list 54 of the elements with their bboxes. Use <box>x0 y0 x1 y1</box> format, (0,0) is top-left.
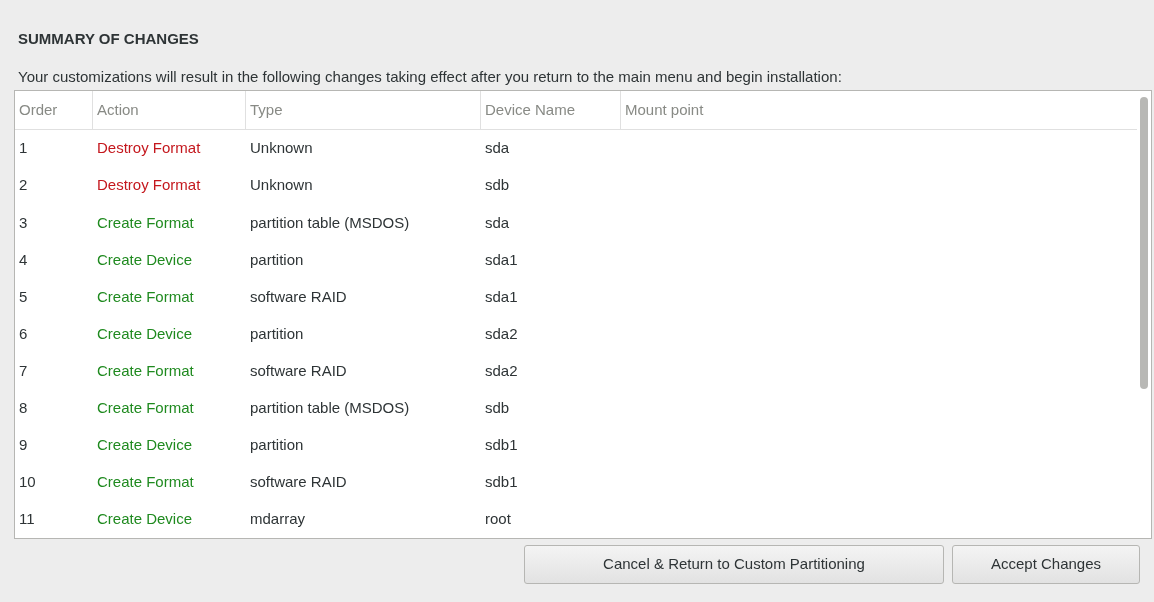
table-cell-text: sdb1 <box>484 434 519 455</box>
table-cell-text: Destroy Format <box>96 175 202 196</box>
table-cell-text: Create Device <box>96 249 194 270</box>
table-cell-text: partition <box>249 249 305 270</box>
table-cell-text: 4 <box>18 249 29 270</box>
column-header[interactable]: Order <box>15 91 93 130</box>
table-cell-text: sda1 <box>484 286 519 307</box>
table-cell-text: 6 <box>18 323 29 344</box>
table-cell-text: Create Format <box>96 360 195 381</box>
table-cell-text: partition table (MSDOS) <box>249 397 411 418</box>
table-cell-text: sda1 <box>484 249 519 270</box>
table-cell-text: Create Format <box>96 472 195 493</box>
table-cell-text: 1 <box>18 138 29 159</box>
column-header[interactable]: Action <box>93 91 246 130</box>
table-cell-text: 8 <box>18 397 29 418</box>
table-cell-text: software RAID <box>249 472 348 493</box>
accept-button[interactable]: Accept Changes <box>952 545 1140 584</box>
table-cell-text: 9 <box>18 434 29 455</box>
table-cell-text: sda <box>484 212 511 233</box>
table-cell-text: 5 <box>18 286 29 307</box>
table-cell-text: Create Device <box>96 323 194 344</box>
dialog-title: SUMMARY OF CHANGES <box>18 29 200 49</box>
table-cell-text: sda2 <box>484 323 519 344</box>
table-cell-text: software RAID <box>249 286 348 307</box>
column-header[interactable]: Device Name <box>481 91 621 130</box>
cancel-button[interactable]: Cancel & Return to Custom Partitioning <box>524 545 944 584</box>
table-cell-text: 3 <box>18 212 29 233</box>
table-cell-text: partition <box>249 323 305 344</box>
table-cell-text: Destroy Format <box>96 138 202 159</box>
table-cell-text: sda2 <box>484 360 519 381</box>
scrollbar-thumb[interactable] <box>1140 97 1148 389</box>
table-cell-text: Create Format <box>96 397 195 418</box>
table-cell-text: Unknown <box>249 138 314 159</box>
table-cell-text: 10 <box>18 472 37 493</box>
table-cell-text: 11 <box>18 509 36 530</box>
table-cell-text: sda <box>484 138 511 159</box>
column-header[interactable]: Type <box>246 91 481 130</box>
table-cell-text: Unknown <box>249 175 314 196</box>
table-cell-text: Create Format <box>96 212 195 233</box>
table-cell-text: sdb <box>484 175 511 196</box>
table-cell-text: 7 <box>18 360 29 381</box>
table-cell-text: Create Device <box>96 509 194 530</box>
table-cell-text: partition table (MSDOS) <box>249 212 411 233</box>
table-cell-text: partition <box>249 434 305 455</box>
table-cell-text: sdb1 <box>484 472 519 493</box>
table-cell-text: 2 <box>18 175 29 196</box>
description-text: Your customizations will result in the following changes taking effect after you return to the main menu and begin installation: <box>18 67 843 87</box>
table-cell-text: mdarray <box>249 509 306 530</box>
table-cell-text: software RAID <box>249 360 348 381</box>
table-cell-text: Create Device <box>96 434 194 455</box>
column-header[interactable]: Mount point <box>621 91 1137 130</box>
table-cell-text: Create Format <box>96 286 195 307</box>
table-cell-text: root <box>484 509 512 530</box>
table-cell-text: sdb <box>484 397 511 418</box>
